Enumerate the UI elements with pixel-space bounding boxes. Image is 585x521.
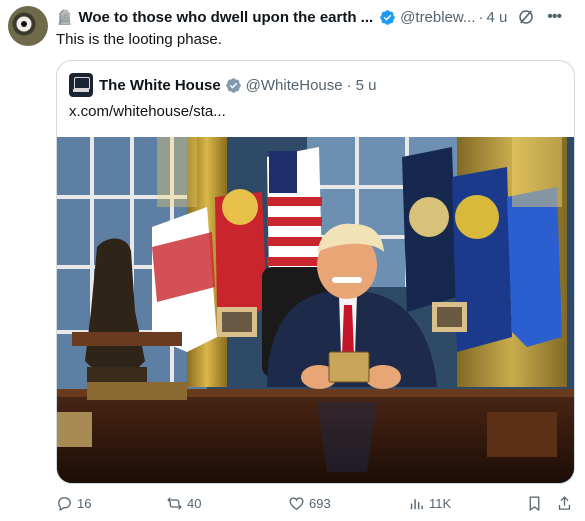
separator-dot: ·	[478, 8, 484, 26]
repost-icon	[167, 496, 182, 510]
grok-icon[interactable]	[517, 8, 535, 26]
bookmark-icon	[529, 495, 540, 511]
bookmark-button[interactable]	[526, 492, 547, 514]
views-icon	[410, 498, 423, 509]
post-text: This is the looting phase.	[56, 31, 222, 48]
separator-dot: ·	[346, 76, 352, 94]
oval-office-photo[interactable]	[57, 137, 574, 483]
author-handle[interactable]: @treblew...	[400, 9, 475, 26]
tweet[interactable]: 🪦 Woe to those who dwell upon the earth …	[0, 0, 585, 521]
quoted-author-name[interactable]: The White House	[99, 77, 221, 94]
like-count: 693	[309, 495, 331, 511]
like-button[interactable]: 693	[288, 492, 331, 514]
tweet-header: 🪦 Woe to those who dwell upon the earth …	[56, 6, 577, 28]
repost-count: 40	[187, 495, 202, 511]
share-icon	[558, 495, 571, 510]
post-time[interactable]: 4 u	[486, 9, 507, 26]
quoted-author-handle[interactable]: @WhiteHouse	[246, 77, 343, 94]
quoted-header: The White House @WhiteHouse · 5 u	[69, 73, 377, 97]
quoted-time[interactable]: 5 u	[356, 77, 377, 94]
repost-button[interactable]: 40	[166, 492, 201, 514]
verified-badge-icon	[380, 9, 395, 25]
whitehouse-avatar[interactable]	[69, 73, 93, 97]
share-button[interactable]	[556, 492, 577, 514]
views-button[interactable]: 11K	[408, 492, 451, 514]
action-bar: 16 40 693 11K	[56, 492, 576, 514]
name-emoji: 🪦	[56, 8, 74, 25]
reply-button[interactable]: 16	[56, 492, 91, 514]
more-options-icon[interactable]: •••	[547, 8, 562, 26]
reply-count: 16	[77, 495, 92, 511]
view-count: 11K	[429, 495, 452, 511]
government-badge-icon	[225, 77, 241, 93]
reply-icon	[58, 496, 71, 511]
quoted-link-text[interactable]: x.com/whitehouse/sta...	[69, 103, 226, 120]
author-name[interactable]: Woe to those who dwell upon the earth ..…	[78, 9, 373, 26]
avatar[interactable]	[8, 6, 48, 46]
quoted-post[interactable]: The White House @WhiteHouse · 5 u x.com/…	[56, 60, 575, 484]
heart-icon	[289, 496, 304, 510]
